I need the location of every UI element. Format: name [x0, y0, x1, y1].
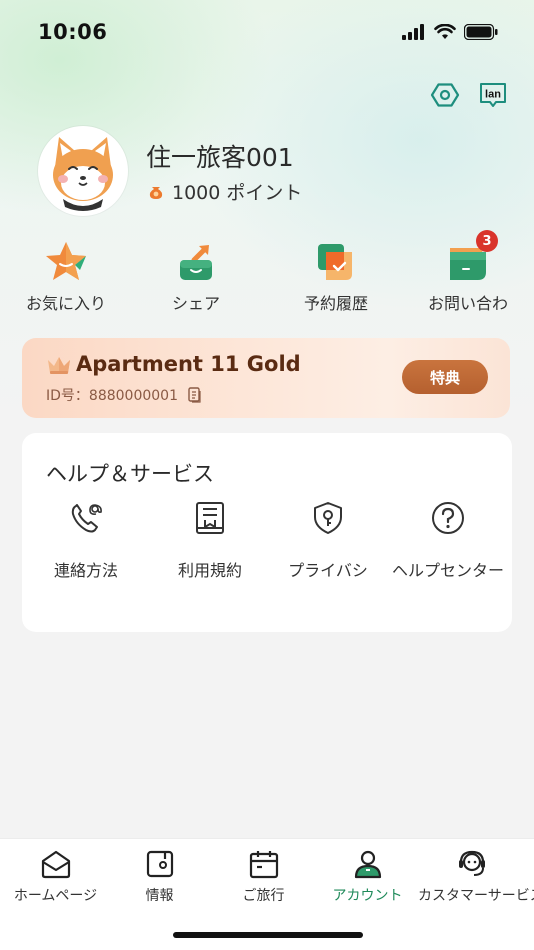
tab-label: ご旅行	[242, 888, 285, 904]
quick-action-label: お問い合わ	[427, 294, 508, 313]
membership-title: Apartment 11 Gold	[76, 352, 301, 376]
account-icon	[351, 847, 385, 881]
points-row[interactable]: 1000 ポイント	[148, 178, 302, 205]
top-actions: lan	[430, 80, 508, 110]
contact-icon	[67, 499, 105, 537]
inquiry-badge: 3	[476, 230, 498, 252]
help-item-label: 利用規約	[177, 561, 242, 580]
home-indicator	[173, 932, 363, 938]
help-item-label: プライバシ	[288, 561, 368, 580]
shiba-avatar-icon	[53, 137, 113, 211]
help-services-title: ヘルプ＆サービス	[46, 462, 214, 486]
quick-action-share[interactable]: シェア	[136, 238, 256, 314]
avatar[interactable]	[38, 126, 128, 216]
tab-label: カスタマーサービス	[418, 888, 534, 904]
status-bar: 10:06	[0, 0, 534, 64]
calendar-icon	[247, 847, 281, 881]
booking-history-icon	[312, 238, 360, 286]
quick-action-label: 予約履歴	[303, 294, 368, 313]
membership-id-row: ID号：8880000001	[46, 385, 202, 405]
status-icons	[402, 24, 498, 40]
tab-customer-service[interactable]: カスタマーサービス	[418, 847, 534, 905]
privacy-icon	[309, 499, 347, 537]
signal-icon	[402, 24, 424, 40]
settings-button[interactable]	[430, 80, 460, 110]
home-icon	[39, 847, 73, 881]
help-item-contact[interactable]: 連絡方法	[24, 499, 148, 581]
info-icon	[143, 847, 177, 881]
tab-home[interactable]: ホームページ	[2, 847, 109, 905]
help-item-label: 連絡方法	[53, 561, 118, 580]
tab-label: アカウント	[332, 888, 403, 904]
quick-action-favorites[interactable]: お気に入り	[6, 238, 126, 314]
terms-icon	[191, 499, 229, 537]
tab-label: 情報	[145, 888, 174, 904]
language-button[interactable]: lan	[478, 80, 508, 110]
wifi-icon	[434, 24, 456, 39]
help-item-label: ヘルプセンター	[391, 561, 504, 580]
crown-icon	[48, 357, 70, 374]
share-icon	[172, 238, 220, 286]
help-item-help-center[interactable]: ヘルプセンター	[386, 499, 510, 581]
quick-action-inquiry[interactable]: 3 お問い合わ	[408, 230, 528, 314]
quick-action-booking-history[interactable]: 予約履歴	[276, 238, 396, 314]
tab-info[interactable]: 情報	[106, 847, 213, 905]
headset-icon	[455, 847, 489, 881]
tab-label: ホームページ	[13, 888, 98, 904]
help-item-privacy[interactable]: プライバシ	[266, 499, 390, 581]
language-icon: lan	[480, 83, 506, 107]
help-center-icon	[429, 499, 467, 537]
copy-icon[interactable]	[188, 387, 202, 403]
quick-action-label: お気に入り	[25, 294, 106, 313]
benefits-button[interactable]: 特典	[402, 360, 488, 394]
status-time: 10:06	[38, 20, 108, 44]
inquiry-icon: 3	[444, 230, 498, 286]
help-item-terms[interactable]: 利用規約	[148, 499, 272, 581]
help-services-card: ヘルプ＆サービス 連絡方法 利用規約 プライバシ ヘルプセンター	[22, 433, 512, 632]
battery-icon	[464, 24, 498, 40]
star-icon	[42, 238, 90, 286]
settings-icon	[430, 83, 460, 107]
language-label: lan	[485, 89, 501, 101]
membership-id: ID号：8880000001	[46, 388, 178, 404]
points-value: 1000 ポイント	[172, 182, 303, 204]
membership-card[interactable]: Apartment 11 Gold ID号：8880000001 特典	[22, 338, 510, 418]
quick-actions: お気に入り シェア 予約履歴 3 お問い合わ	[0, 230, 534, 318]
tab-trips[interactable]: ご旅行	[210, 847, 317, 905]
quick-action-label: シェア	[171, 294, 220, 313]
points-coin-icon	[148, 184, 164, 200]
tab-account[interactable]: アカウント	[314, 847, 421, 905]
username: 住一旅客001	[146, 143, 294, 172]
